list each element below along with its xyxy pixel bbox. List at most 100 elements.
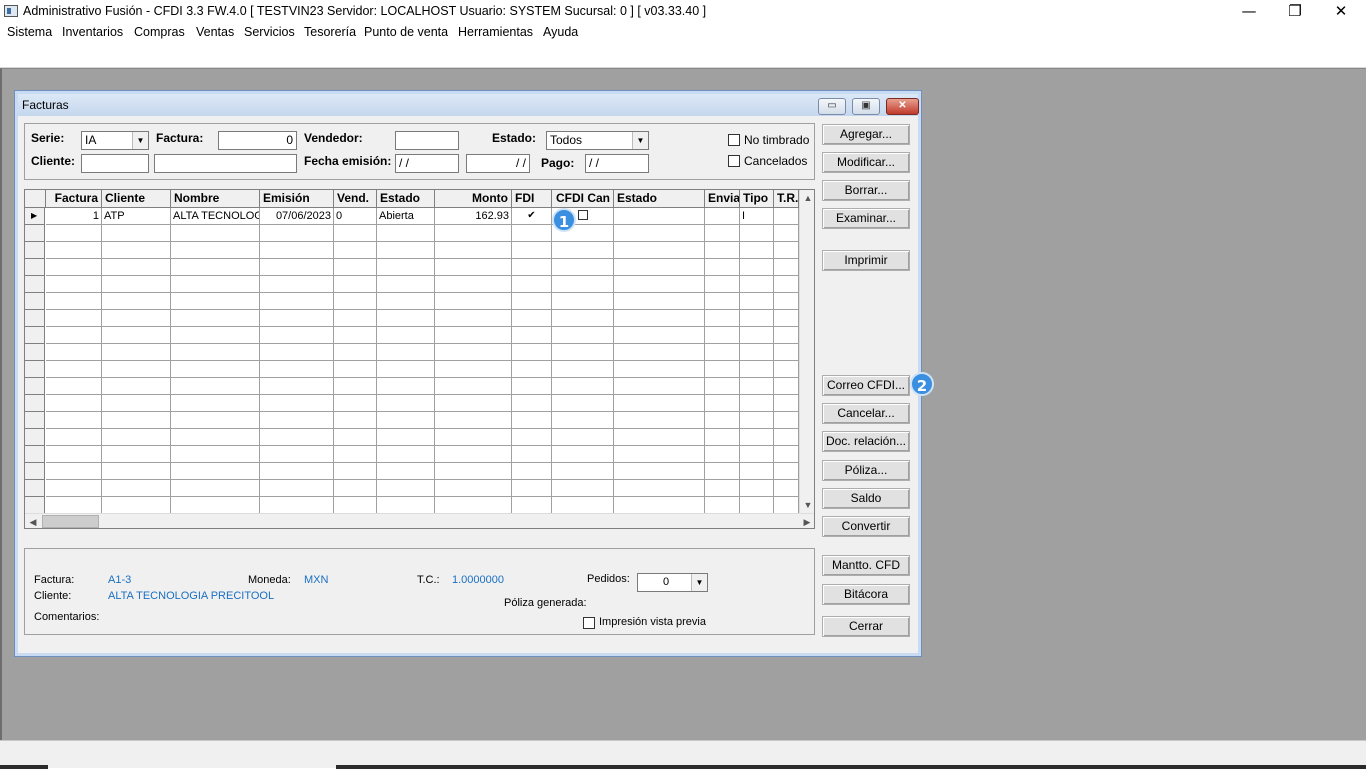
empty-cell[interactable] (260, 242, 334, 259)
empty-cell[interactable] (512, 446, 552, 463)
empty-cell[interactable] (705, 395, 740, 412)
empty-cell[interactable] (774, 446, 799, 463)
empty-cell[interactable] (614, 310, 705, 327)
empty-cell[interactable] (334, 480, 377, 497)
empty-cell[interactable] (512, 344, 552, 361)
empty-cell[interactable] (512, 412, 552, 429)
empty-cell[interactable] (512, 480, 552, 497)
empty-cell[interactable] (552, 412, 614, 429)
vendedor-input[interactable] (395, 131, 459, 150)
empty-cell[interactable] (334, 259, 377, 276)
menu-ventas[interactable]: Ventas (196, 25, 234, 39)
row-indicator[interactable] (25, 446, 45, 463)
empty-cell[interactable] (260, 310, 334, 327)
empty-cell[interactable] (334, 344, 377, 361)
empty-cell[interactable] (552, 429, 614, 446)
empty-cell[interactable] (102, 327, 171, 344)
table-cell-fdi[interactable]: ✔ (512, 208, 552, 225)
row-indicator[interactable] (25, 344, 45, 361)
empty-cell[interactable] (552, 276, 614, 293)
row-indicator[interactable] (25, 259, 45, 276)
empty-cell[interactable] (377, 259, 435, 276)
empty-cell[interactable] (377, 276, 435, 293)
empty-cell[interactable] (377, 446, 435, 463)
empty-cell[interactable] (774, 242, 799, 259)
empty-cell[interactable] (512, 276, 552, 293)
empty-cell[interactable] (171, 225, 260, 242)
empty-cell[interactable] (46, 395, 102, 412)
empty-cell[interactable] (102, 480, 171, 497)
col-nombre[interactable]: Nombre (171, 190, 260, 208)
empty-cell[interactable] (614, 378, 705, 395)
empty-cell[interactable] (171, 395, 260, 412)
empty-cell[interactable] (614, 497, 705, 514)
empty-cell[interactable] (614, 463, 705, 480)
empty-cell[interactable] (102, 259, 171, 276)
empty-cell[interactable] (260, 412, 334, 429)
window-minimize-button[interactable]: ▭ (818, 98, 846, 115)
empty-cell[interactable] (46, 310, 102, 327)
empty-cell[interactable] (334, 429, 377, 446)
empty-cell[interactable] (377, 242, 435, 259)
row-indicator[interactable] (25, 378, 45, 395)
empty-cell[interactable] (614, 276, 705, 293)
empty-cell[interactable] (614, 344, 705, 361)
empty-cell[interactable] (740, 497, 774, 514)
empty-cell[interactable] (435, 446, 512, 463)
empty-cell[interactable] (435, 242, 512, 259)
empty-cell[interactable] (260, 259, 334, 276)
empty-cell[interactable] (46, 446, 102, 463)
scroll-down-icon[interactable]: ▼ (800, 497, 814, 513)
empty-cell[interactable] (740, 463, 774, 480)
empty-cell[interactable] (512, 361, 552, 378)
window-close-button[interactable]: ✕ (886, 98, 919, 115)
empty-cell[interactable] (334, 446, 377, 463)
empty-cell[interactable] (740, 276, 774, 293)
empty-cell[interactable] (377, 225, 435, 242)
empty-cell[interactable] (260, 378, 334, 395)
empty-cell[interactable] (46, 344, 102, 361)
menu-herramientas[interactable]: Herramientas (458, 25, 533, 39)
empty-cell[interactable] (435, 463, 512, 480)
empty-cell[interactable] (435, 497, 512, 514)
menu-punto-de-venta[interactable]: Punto de venta (364, 25, 448, 39)
row-indicator[interactable] (25, 242, 45, 259)
table-cell-estado[interactable]: Abierta (377, 208, 435, 225)
empty-cell[interactable] (705, 378, 740, 395)
col-fdi[interactable]: FDI (512, 190, 552, 208)
empty-cell[interactable] (774, 310, 799, 327)
empty-cell[interactable] (102, 276, 171, 293)
empty-cell[interactable] (171, 293, 260, 310)
row-indicator[interactable] (25, 361, 45, 378)
col-estado-cfdi[interactable]: Estado (614, 190, 705, 208)
empty-cell[interactable] (46, 429, 102, 446)
empty-cell[interactable] (334, 463, 377, 480)
pago-input[interactable]: / / (585, 154, 649, 173)
menu-inventarios[interactable]: Inventarios (62, 25, 123, 39)
empty-cell[interactable] (334, 225, 377, 242)
empty-cell[interactable] (435, 395, 512, 412)
empty-cell[interactable] (102, 293, 171, 310)
col-emision[interactable]: Emisión (260, 190, 334, 208)
menu-compras[interactable]: Compras (134, 25, 185, 39)
empty-cell[interactable] (552, 293, 614, 310)
table-cell-factura[interactable]: 1 (46, 208, 102, 225)
row-indicator[interactable] (25, 327, 45, 344)
empty-cell[interactable] (740, 259, 774, 276)
col-tipo[interactable]: Tipo (740, 190, 774, 208)
empty-cell[interactable] (435, 378, 512, 395)
empty-cell[interactable] (705, 293, 740, 310)
empty-cell[interactable] (377, 310, 435, 327)
chevron-down-icon[interactable]: ▼ (132, 132, 148, 149)
empty-cell[interactable] (171, 463, 260, 480)
empty-cell[interactable] (774, 378, 799, 395)
empty-cell[interactable] (46, 242, 102, 259)
empty-cell[interactable] (740, 361, 774, 378)
empty-cell[interactable] (171, 480, 260, 497)
factura-input[interactable]: 0 (218, 131, 297, 150)
empty-cell[interactable] (377, 327, 435, 344)
col-cliente[interactable]: Cliente (102, 190, 171, 208)
empty-cell[interactable] (552, 395, 614, 412)
empty-cell[interactable] (705, 429, 740, 446)
empty-cell[interactable] (740, 378, 774, 395)
